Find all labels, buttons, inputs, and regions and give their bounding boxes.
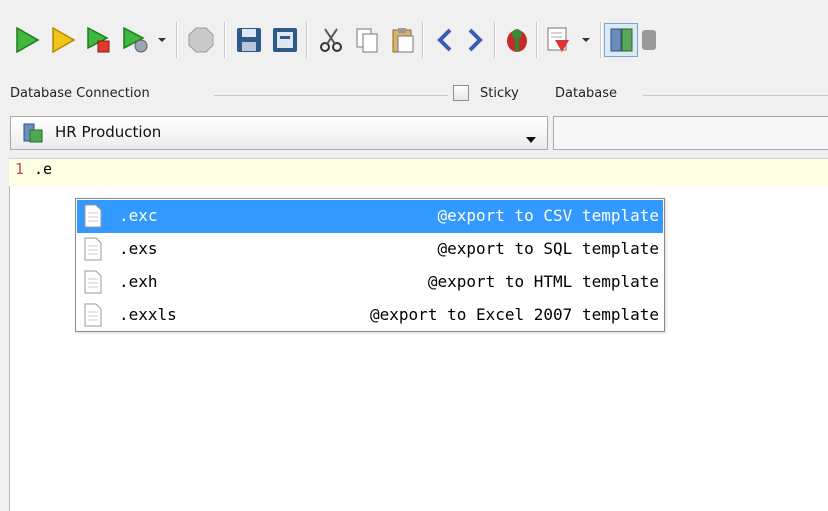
save-as-icon[interactable] bbox=[268, 23, 302, 57]
autocomplete-item-desc: @export to Excel 2007 template bbox=[370, 305, 659, 324]
autocomplete-item-desc: @export to HTML template bbox=[427, 272, 659, 291]
run-icon[interactable] bbox=[10, 23, 44, 57]
run-from-cursor-icon[interactable] bbox=[118, 23, 152, 57]
autocomplete-item[interactable]: .exxls @export to Excel 2007 template bbox=[77, 299, 663, 332]
copy-icon[interactable] bbox=[350, 23, 384, 57]
toolbar bbox=[0, 0, 828, 76]
autocomplete-item[interactable]: .exh @export to HTML template bbox=[77, 266, 663, 299]
file-icon bbox=[84, 237, 102, 265]
sticky-label: Sticky bbox=[480, 86, 519, 101]
autocomplete-item[interactable]: .exc @export to CSV template bbox=[77, 200, 663, 233]
file-icon bbox=[84, 270, 102, 298]
database-label: Database bbox=[555, 86, 618, 101]
cut-icon[interactable] bbox=[314, 23, 348, 57]
export-menu-chevron-down-icon[interactable] bbox=[580, 30, 592, 50]
database-select[interactable] bbox=[553, 116, 828, 150]
sticky-checkbox[interactable] bbox=[453, 85, 469, 101]
file-icon bbox=[84, 204, 102, 232]
current-line-highlight bbox=[9, 159, 828, 186]
bug-icon[interactable] bbox=[500, 23, 534, 57]
connection-separator bbox=[214, 95, 448, 96]
autocomplete-item-name: .exxls bbox=[119, 305, 177, 324]
autocomplete-item-name: .exh bbox=[119, 272, 158, 291]
database-connection-icon bbox=[22, 122, 44, 148]
database-icon[interactable] bbox=[604, 23, 638, 57]
autocomplete-item-desc: @export to SQL template bbox=[437, 239, 659, 258]
connection-value: HR Production bbox=[55, 123, 162, 141]
autocomplete-item-desc: @export to CSV template bbox=[437, 206, 659, 225]
autocomplete-popup: .exc @export to CSV template .exs @expor… bbox=[75, 198, 665, 332]
connection-label: Database Connection bbox=[10, 86, 150, 101]
file-icon bbox=[84, 303, 102, 331]
forward-icon[interactable] bbox=[458, 23, 492, 57]
back-icon[interactable] bbox=[428, 23, 462, 57]
autocomplete-item-name: .exs bbox=[119, 239, 158, 258]
database-separator bbox=[643, 95, 828, 96]
autocomplete-item-name: .exc bbox=[119, 206, 158, 225]
autocomplete-item[interactable]: .exs @export to SQL template bbox=[77, 233, 663, 266]
run-current-icon[interactable] bbox=[46, 23, 80, 57]
line-number: 1 bbox=[15, 160, 25, 178]
paste-icon[interactable] bbox=[386, 23, 420, 57]
database-secondary-icon[interactable] bbox=[640, 23, 660, 57]
stop-icon[interactable] bbox=[184, 23, 218, 57]
run-menu-chevron-down-icon[interactable] bbox=[156, 30, 168, 50]
save-icon[interactable] bbox=[232, 23, 266, 57]
run-to-end-icon[interactable] bbox=[82, 23, 116, 57]
editor-line[interactable]: .e bbox=[34, 160, 52, 178]
connection-select[interactable]: HR Production bbox=[10, 116, 548, 150]
export-icon[interactable] bbox=[542, 23, 576, 57]
chevron-down-icon[interactable] bbox=[525, 129, 537, 148]
